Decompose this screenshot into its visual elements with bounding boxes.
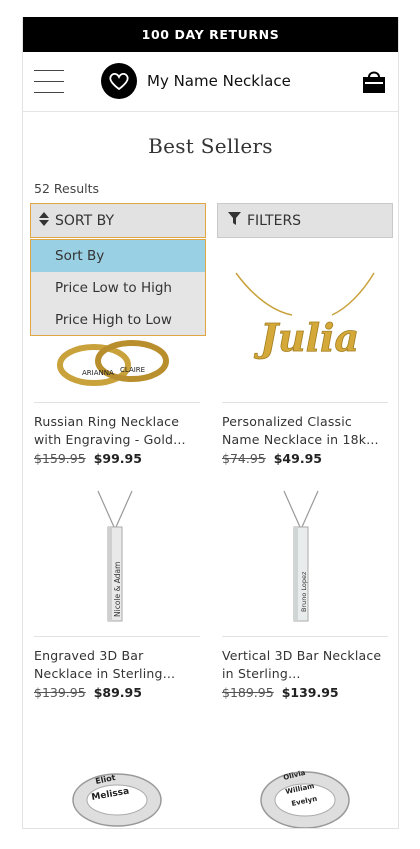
product-name-text: Russian Ring Necklace with Engraving - G… — [34, 414, 186, 447]
product-image[interactable]: Bruno Lopez — [222, 487, 388, 637]
site-header: My Name Necklace — [23, 52, 398, 112]
product-name-text: Vertical 3D Bar Necklace in Sterling… — [222, 648, 382, 681]
original-price: $74.95 — [222, 451, 266, 466]
filters-button[interactable]: FILTERS — [217, 203, 393, 238]
sort-option-price-low-high[interactable]: Price Low to High — [31, 272, 205, 304]
product-name[interactable]: Russian Ring Necklace with Engraving - G… — [34, 413, 200, 449]
product-image[interactable]: Nicole & Adam — [34, 487, 200, 637]
sort-button[interactable]: SORT BY — [30, 203, 206, 238]
ring-name-1: ARIANNA — [82, 369, 114, 377]
bar-engraving: Nicole & Adam — [113, 561, 122, 616]
sale-price: $99.95 — [93, 451, 142, 466]
promo-bar: 100 DAY RETURNS — [23, 17, 398, 52]
original-price: $159.95 — [34, 451, 86, 466]
site-logo[interactable]: My Name Necklace — [101, 63, 291, 99]
page-title: Best Sellers — [148, 134, 273, 158]
heart-logo-icon — [101, 63, 137, 99]
original-price: $189.95 — [222, 685, 274, 700]
page-frame: 100 DAY RETURNS My Name Necklace Best Se… — [22, 17, 399, 829]
promo-text: 100 DAY RETURNS — [141, 27, 280, 42]
sort-icon — [39, 211, 49, 230]
product-name[interactable]: Vertical 3D Bar Necklace in Sterling… — [222, 647, 388, 683]
product-card[interactable]: Bruno Lopez Vertical 3D Bar Necklace in … — [222, 487, 388, 700]
sale-price: $49.95 — [273, 451, 322, 466]
product-image[interactable]: Olivia William Evelyn — [222, 742, 388, 828]
bar-engraving: Bruno Lopez — [300, 570, 308, 611]
product-price: $159.95 $99.95 — [34, 451, 200, 466]
sale-price: $89.95 — [93, 685, 142, 700]
product-card[interactable]: Nicole & Adam Engraved 3D Bar Necklace i… — [34, 487, 200, 700]
product-price: $139.95 $89.95 — [34, 685, 200, 700]
necklace-name-text: Julia — [254, 315, 359, 360]
product-name[interactable]: Personalized Classic Name Necklace in 18… — [222, 413, 388, 449]
sort-button-label: SORT BY — [55, 212, 115, 229]
shopping-bag-icon[interactable] — [360, 67, 388, 95]
sale-price: $139.95 — [281, 685, 339, 700]
original-price: $139.95 — [34, 685, 86, 700]
product-price: $189.95 $139.95 — [222, 685, 388, 700]
results-count: 52 Results — [34, 181, 100, 196]
sort-dropdown: Sort By Price Low to High Price High to … — [30, 239, 206, 336]
product-name[interactable]: Engraved 3D Bar Necklace in Sterling… — [34, 647, 200, 683]
product-image[interactable]: Eliot Melissa — [34, 742, 200, 828]
product-image[interactable]: Julia — [222, 253, 388, 403]
sort-option-price-high-low[interactable]: Price High to Low — [31, 304, 205, 336]
brand-name: My Name Necklace — [147, 72, 291, 90]
product-card[interactable]: Julia Personalized Classic Name Necklace… — [222, 253, 388, 466]
product-name-text: Personalized Classic Name Necklace in 18… — [222, 414, 379, 447]
product-price: $74.95 $49.95 — [222, 451, 388, 466]
ring-name-2: CLAIRE — [120, 366, 145, 374]
filters-button-label: FILTERS — [247, 212, 302, 229]
filter-icon — [228, 212, 241, 229]
sort-option-default[interactable]: Sort By — [31, 240, 205, 272]
menu-icon[interactable] — [34, 70, 64, 94]
product-name-text: Engraved 3D Bar Necklace in Sterling… — [34, 648, 176, 681]
